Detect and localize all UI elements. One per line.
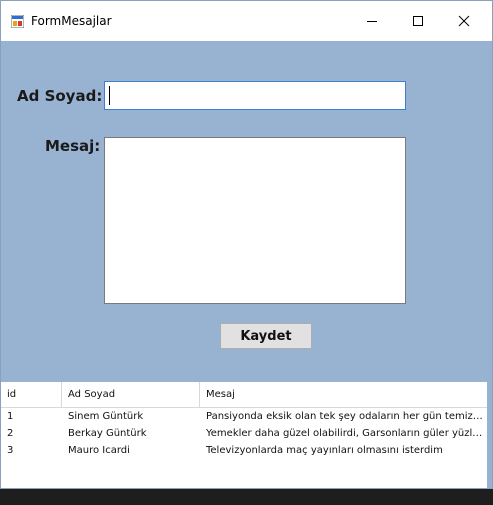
cell-name[interactable]: Sinem Güntürk <box>62 408 200 425</box>
maximize-icon <box>413 16 423 26</box>
cell-id[interactable]: 3 <box>1 442 62 459</box>
form-window: FormMesajlar Ad Soyad: Mesaj: Kaydet id … <box>0 0 493 489</box>
minimize-button[interactable] <box>349 1 395 41</box>
winforms-app-icon <box>11 15 24 28</box>
taskbar-strip <box>0 489 493 505</box>
text-caret <box>109 86 110 105</box>
messages-grid[interactable]: id Ad Soyad Mesaj 1 Sinem Güntürk Pansiy… <box>1 382 487 488</box>
column-header-name[interactable]: Ad Soyad <box>62 382 200 407</box>
cell-id[interactable]: 2 <box>1 425 62 442</box>
column-header-id[interactable]: id <box>1 382 62 407</box>
cell-id[interactable]: 1 <box>1 408 62 425</box>
column-header-message[interactable]: Mesaj <box>200 382 487 407</box>
cell-name[interactable]: Berkay Güntürk <box>62 425 200 442</box>
cell-message[interactable]: Yemekler daha güzel olabilirdi, Garsonla… <box>200 425 484 442</box>
cell-message[interactable]: Pansiyonda eksik olan tek şey odaların h… <box>200 408 484 425</box>
cell-message[interactable]: Televizyonlarda maç yayınları olmasını i… <box>200 442 484 459</box>
table-row[interactable]: 3 Mauro Icardi Televizyonlarda maç yayın… <box>1 442 487 459</box>
title-bar[interactable]: FormMesajlar <box>1 1 492 41</box>
cell-name[interactable]: Mauro Icardi <box>62 442 200 459</box>
table-row[interactable]: 2 Berkay Güntürk Yemekler daha güzel ola… <box>1 425 487 442</box>
maximize-button[interactable] <box>395 1 441 41</box>
message-textarea[interactable] <box>104 137 406 304</box>
close-button[interactable] <box>441 1 487 41</box>
grid-header: id Ad Soyad Mesaj <box>1 382 487 408</box>
save-button[interactable]: Kaydet <box>220 323 312 349</box>
name-label: Ad Soyad: <box>17 87 103 105</box>
window-title: FormMesajlar <box>31 14 112 28</box>
close-icon <box>458 15 470 27</box>
table-row[interactable]: 1 Sinem Güntürk Pansiyonda eksik olan te… <box>1 408 487 425</box>
minimize-icon <box>367 21 377 22</box>
message-label: Mesaj: <box>45 137 101 155</box>
name-input[interactable] <box>104 81 406 110</box>
